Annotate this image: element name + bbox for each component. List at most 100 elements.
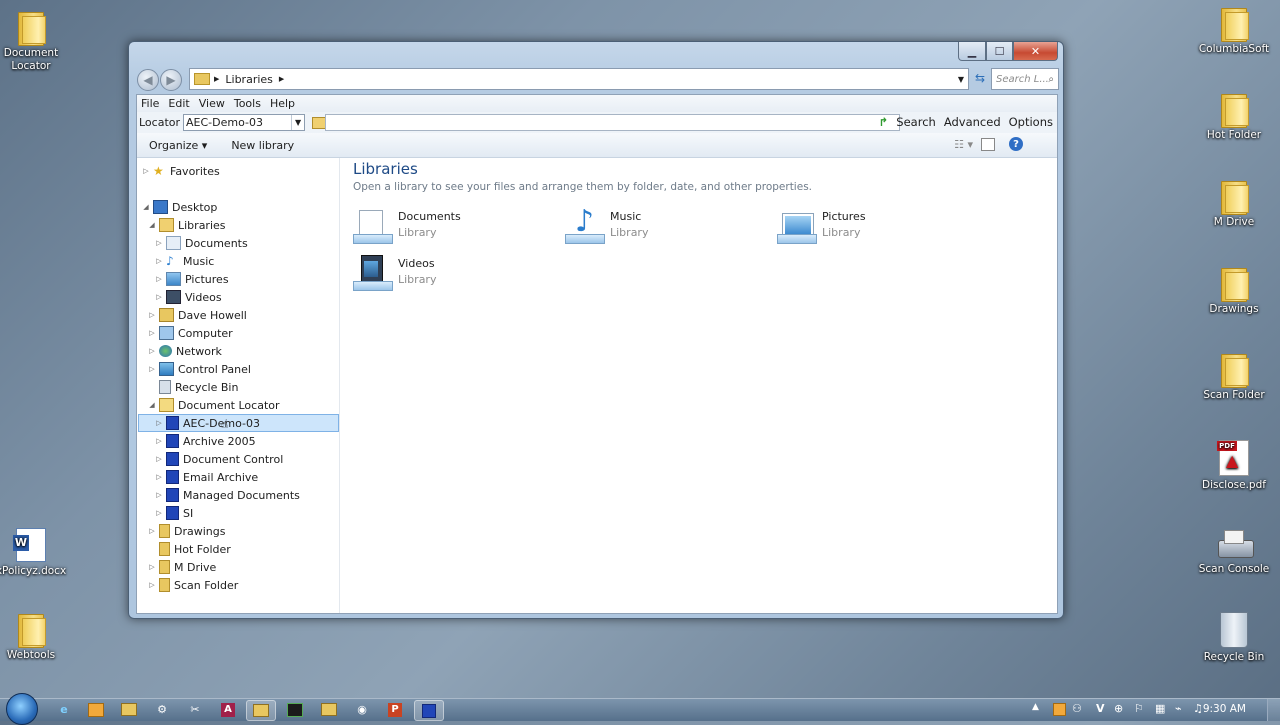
library-item-pictures[interactable]: Pictures Library [777, 208, 866, 248]
tree-item-document-control[interactable]: ▷ Document Control [154, 450, 283, 468]
tray-outlook-icon[interactable] [1053, 703, 1066, 716]
expand-arrow-icon[interactable]: ▷ [154, 419, 164, 427]
tray-shield-icon[interactable]: ⚐ [1134, 702, 1144, 715]
tree-item-hot-folder[interactable]: Hot Folder [147, 540, 231, 558]
tree-item-videos[interactable]: ▷ Videos [154, 288, 222, 306]
search-tool-icon[interactable]: ⚙ [148, 700, 176, 719]
tree-item-network[interactable]: ▷ Network [147, 342, 222, 360]
folder-pin-icon[interactable] [315, 700, 343, 719]
desktop-icon-hot-folder[interactable]: Hot Folder [1196, 92, 1272, 142]
forward-button[interactable]: ▶ [160, 69, 182, 91]
menu-help[interactable]: Help [270, 97, 295, 110]
expand-arrow-icon[interactable]: ▷ [154, 257, 164, 265]
clock[interactable]: 9:30 AM [1203, 703, 1246, 715]
expand-arrow-icon[interactable]: ▷ [154, 473, 164, 481]
new-library-button[interactable]: New library [231, 139, 294, 152]
tree-item-pictures[interactable]: ▷ Pictures [154, 270, 229, 288]
tray-overflow-icon[interactable]: ▲ [1032, 702, 1039, 712]
explorer-folder-icon[interactable] [115, 700, 143, 719]
change-view-icon[interactable]: ☷ ▾ [954, 138, 973, 151]
expand-arrow-icon[interactable]: ▷ [154, 239, 164, 247]
desktop-icon-webtools[interactable]: Webtools [0, 612, 69, 662]
tray-v-icon[interactable]: V [1096, 702, 1105, 715]
tree-item-managed-documents[interactable]: ▷ Managed Documents [154, 486, 300, 504]
tray-volume-icon[interactable]: ♫ [1193, 702, 1203, 715]
tree-item-recycle-bin[interactable]: Recycle Bin [147, 378, 238, 396]
expand-arrow-icon[interactable]: ▷ [154, 437, 164, 445]
expand-arrow-icon[interactable]: ▷ [147, 365, 157, 373]
expand-arrow-icon[interactable]: ▷ [147, 347, 157, 355]
menu-file[interactable]: File [141, 97, 159, 110]
address-dropdown-icon[interactable]: ▼ [958, 75, 964, 84]
search-box[interactable]: Search L... ⌕ [991, 68, 1059, 90]
outlook-icon[interactable] [82, 700, 110, 719]
media-icon[interactable]: ◉ [348, 700, 376, 719]
collapse-arrow-icon[interactable]: ◢ [141, 203, 151, 211]
chevron-down-icon[interactable]: ▼ [291, 115, 304, 130]
tree-item-control-panel[interactable]: ▷ Control Panel [147, 360, 251, 378]
tree-item-dave-howell[interactable]: ▷ Dave Howell [147, 306, 247, 324]
refresh-icon[interactable]: ⇆ [971, 69, 989, 87]
expand-arrow-icon[interactable]: ▷ [147, 581, 157, 589]
menu-tools[interactable]: Tools [234, 97, 261, 110]
start-button[interactable] [6, 693, 38, 725]
tools-icon[interactable]: ✂ [181, 700, 209, 719]
search-button[interactable]: Search [896, 115, 936, 129]
expand-arrow-icon[interactable]: ▷ [154, 275, 164, 283]
address-bar[interactable]: ▶ Libraries ▶ ▼ [189, 68, 969, 90]
tray-app-icon[interactable]: ⊕ [1114, 702, 1123, 715]
expand-arrow-icon[interactable]: ▷ [141, 167, 151, 175]
preview-pane-icon[interactable] [981, 137, 995, 151]
expand-arrow-icon[interactable]: ▷ [154, 491, 164, 499]
help-icon[interactable]: ? [1009, 137, 1023, 151]
close-button[interactable]: ✕ [1013, 42, 1058, 61]
tray-power-icon[interactable]: ⌁ [1175, 702, 1182, 715]
terminal-icon[interactable] [281, 700, 309, 719]
locator-combo[interactable]: AEC-Demo-03 ▼ [183, 114, 306, 131]
desktop-icon-m-drive[interactable]: M Drive [1196, 179, 1272, 229]
search-input[interactable]: Search L... [996, 74, 1049, 85]
menu-edit[interactable]: Edit [168, 97, 189, 110]
desktop-icon-recycle-bin[interactable]: Recycle Bin [1196, 612, 1272, 664]
maximize-button[interactable]: ☐ [986, 42, 1013, 61]
expand-arrow-icon[interactable]: ▷ [154, 455, 164, 463]
library-item-documents[interactable]: Documents Library [353, 208, 461, 248]
libraries-taskbar-button[interactable] [246, 700, 276, 721]
tray-network-icon[interactable]: ⚇ [1072, 702, 1082, 715]
desktop-icon-policy-doc[interactable]: W xPolicyz.docx [0, 528, 69, 578]
tree-item-email-archive[interactable]: ▷ Email Archive [154, 468, 258, 486]
desktop-icon-document-locator[interactable]: Document Locator [0, 10, 69, 73]
tree-item-libraries[interactable]: ◢ Libraries [147, 216, 226, 234]
expand-arrow-icon[interactable]: ▷ [147, 311, 157, 319]
desktop-icon-scan-console[interactable]: Scan Console [1196, 526, 1272, 576]
desktop-icon-scan-folder[interactable]: Scan Folder [1196, 352, 1272, 402]
advanced-button[interactable]: Advanced [944, 115, 1001, 129]
library-item-music[interactable]: ♪ Music Library [565, 204, 648, 248]
tree-item-m-drive[interactable]: ▷ M Drive [147, 558, 216, 576]
tray-connection-icon[interactable]: ▦ [1155, 702, 1165, 715]
powerpoint-icon[interactable]: P [381, 700, 409, 719]
expand-arrow-icon[interactable]: ▷ [147, 329, 157, 337]
tree-item-drawings[interactable]: ▷ Drawings [147, 522, 225, 540]
organize-button[interactable]: Organize ▾ [149, 139, 207, 152]
internet-explorer-icon[interactable]: e [50, 700, 78, 719]
tree-item-si[interactable]: ▷ SI [154, 504, 193, 522]
menu-view[interactable]: View [199, 97, 225, 110]
tree-item-archive-2005[interactable]: ▷ Archive 2005 [154, 432, 256, 450]
desktop-icon-columbiasoft[interactable]: ColumbiaSoft [1196, 6, 1272, 56]
breadcrumb-libraries[interactable]: Libraries [225, 73, 273, 86]
tree-item-favorites[interactable]: ▷ ★ Favorites [141, 162, 219, 180]
options-button[interactable]: Options [1009, 115, 1053, 129]
document-locator-taskbar-button[interactable] [414, 700, 444, 721]
library-item-videos[interactable]: Videos Library [353, 255, 436, 295]
minimize-button[interactable]: ▁ [958, 42, 986, 61]
expand-arrow-icon[interactable]: ▷ [147, 527, 157, 535]
expand-arrow-icon[interactable]: ▷ [154, 509, 164, 517]
locator-search-field[interactable] [325, 114, 900, 131]
access-icon[interactable]: A [214, 700, 242, 719]
collapse-arrow-icon[interactable]: ◢ [147, 401, 157, 409]
expand-arrow-icon[interactable]: ▷ [154, 293, 164, 301]
tree-item-desktop[interactable]: ◢ Desktop [141, 198, 217, 216]
tree-item-scan-folder[interactable]: ▷ Scan Folder [147, 576, 238, 594]
collapse-arrow-icon[interactable]: ◢ [147, 221, 157, 229]
